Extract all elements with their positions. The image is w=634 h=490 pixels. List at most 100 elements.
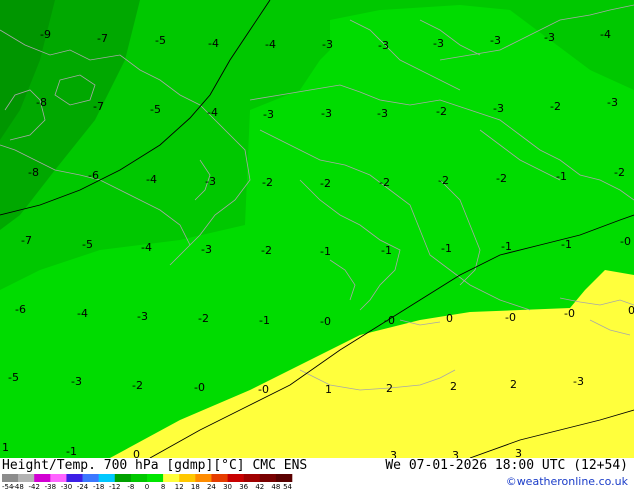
temperature-value: -7 [21, 234, 32, 247]
color-scale-tick: -24 [77, 483, 89, 490]
temperature-value: -2 [496, 172, 507, 185]
color-scale-tick: -8 [127, 483, 134, 490]
temperature-value: -1 [320, 245, 331, 258]
color-swatch [275, 474, 293, 482]
color-scale-tick: 18 [191, 483, 200, 490]
color-swatch [50, 474, 67, 482]
temperature-value: -2 [438, 174, 449, 187]
temperature-value: 3 [515, 447, 522, 458]
temperature-value: -2 [436, 105, 447, 118]
temperature-value: -2 [379, 176, 390, 189]
temperature-value: -3 [137, 310, 148, 323]
temperature-value: -4 [146, 173, 157, 186]
temperature-value: -5 [82, 238, 93, 251]
temperature-value: -2 [198, 312, 209, 325]
temperature-value: -3 [493, 102, 504, 115]
color-scale-legend: -54-48 -42 -38 -30 -24 -18 -12 -8 0 8 12 18 24 30 36 42… [2, 474, 293, 490]
temperature-value: -4 [141, 241, 152, 254]
temperature-value: -3 [71, 375, 82, 388]
temperature-value: -2 [262, 176, 273, 189]
temperature-value: -4 [600, 28, 611, 41]
color-swatch [259, 474, 277, 482]
temperature-value: 2 [510, 378, 517, 391]
temperature-value: -0 [620, 235, 631, 248]
temperature-value: -1 [561, 238, 572, 251]
temperature-value: 3 [452, 449, 459, 458]
temperature-value: 2 [386, 382, 393, 395]
color-swatch [18, 474, 35, 482]
color-swatch [130, 474, 148, 482]
temperature-value: -6 [15, 303, 26, 316]
color-scale-tick: 42 [255, 483, 264, 490]
temperature-value: -3 [377, 107, 388, 120]
color-scale-tick: -12 [109, 483, 120, 490]
color-swatch [179, 474, 196, 482]
color-swatch [195, 474, 212, 482]
temperature-value: -9 [40, 28, 51, 41]
color-scale-tick: 36 [239, 483, 248, 490]
color-scale-swatches [2, 474, 293, 482]
temperature-value: -3 [205, 175, 216, 188]
temperature-value: -1 [441, 242, 452, 255]
color-scale-tick: 12 [175, 483, 184, 490]
temperature-value: -0 [564, 307, 575, 320]
temperature-value: -1 [259, 314, 270, 327]
temperature-value: 0 [133, 448, 140, 458]
temperature-value: -5 [150, 103, 161, 116]
temperature-value: -3 [607, 96, 618, 109]
temperature-value: -6 [88, 169, 99, 182]
color-swatch [2, 474, 19, 482]
color-swatch [243, 474, 261, 482]
temperature-value: 0 [628, 304, 634, 317]
color-scale-tick: -48 [12, 483, 23, 490]
temperature-value: 1 [2, 441, 9, 454]
temperature-value: -0 [194, 381, 205, 394]
temperature-value: -1 [381, 244, 392, 257]
color-swatch [227, 474, 244, 482]
temperature-value: -7 [97, 32, 108, 45]
temperature-value: -0 [258, 383, 269, 396]
temperature-value: -2 [614, 166, 625, 179]
color-scale-tick: 48 [271, 483, 280, 490]
temperature-value: -0 [505, 311, 516, 324]
temperature-value: -3 [201, 243, 212, 256]
color-scale-tick: -38 [45, 483, 56, 490]
temperature-value: -0 [320, 315, 331, 328]
temperature-value: -3 [573, 375, 584, 388]
color-scale-tick: 24 [207, 483, 216, 490]
temperature-value: -4 [77, 307, 88, 320]
color-swatch [82, 474, 99, 482]
temperature-value: -2 [550, 100, 561, 113]
temperature-value: -1 [556, 170, 567, 183]
temperature-value: -4 [207, 106, 218, 119]
color-scale-tick: 54 [283, 483, 292, 490]
temperature-value: -2 [132, 379, 143, 392]
temperature-value: -3 [490, 34, 501, 47]
temperature-value: -1 [501, 240, 512, 253]
color-swatch [147, 474, 164, 482]
color-swatch [211, 474, 228, 482]
temperature-value: -1 [66, 445, 77, 458]
temperature-value: -5 [8, 371, 19, 384]
temperature-value: -3 [263, 108, 274, 121]
color-swatch [114, 474, 132, 482]
color-scale-tick: 30 [223, 483, 232, 490]
valid-time: We 07-01-2026 18:00 UTC (12+54) [385, 458, 628, 473]
temperature-value: -2 [320, 177, 331, 190]
credit-link[interactable]: ©weatheronline.co.uk [506, 475, 628, 488]
temperature-value: 1 [325, 383, 332, 396]
temperature-value: -4 [265, 38, 276, 51]
temperature-value: -3 [378, 39, 389, 52]
temperature-value: -7 [93, 100, 104, 113]
temperature-value: -5 [155, 34, 166, 47]
temperature-value: -2 [261, 244, 272, 257]
color-scale-tick: 0 [145, 483, 149, 490]
color-scale-tick: -42 [29, 483, 40, 490]
temperature-value: 2 [450, 380, 457, 393]
temperature-value: 3 [390, 449, 397, 458]
color-scale-tick: -18 [93, 483, 104, 490]
temperature-value: -0 [384, 314, 395, 327]
color-swatch [66, 474, 83, 482]
color-swatch [98, 474, 116, 482]
temperature-value: -8 [36, 96, 47, 109]
